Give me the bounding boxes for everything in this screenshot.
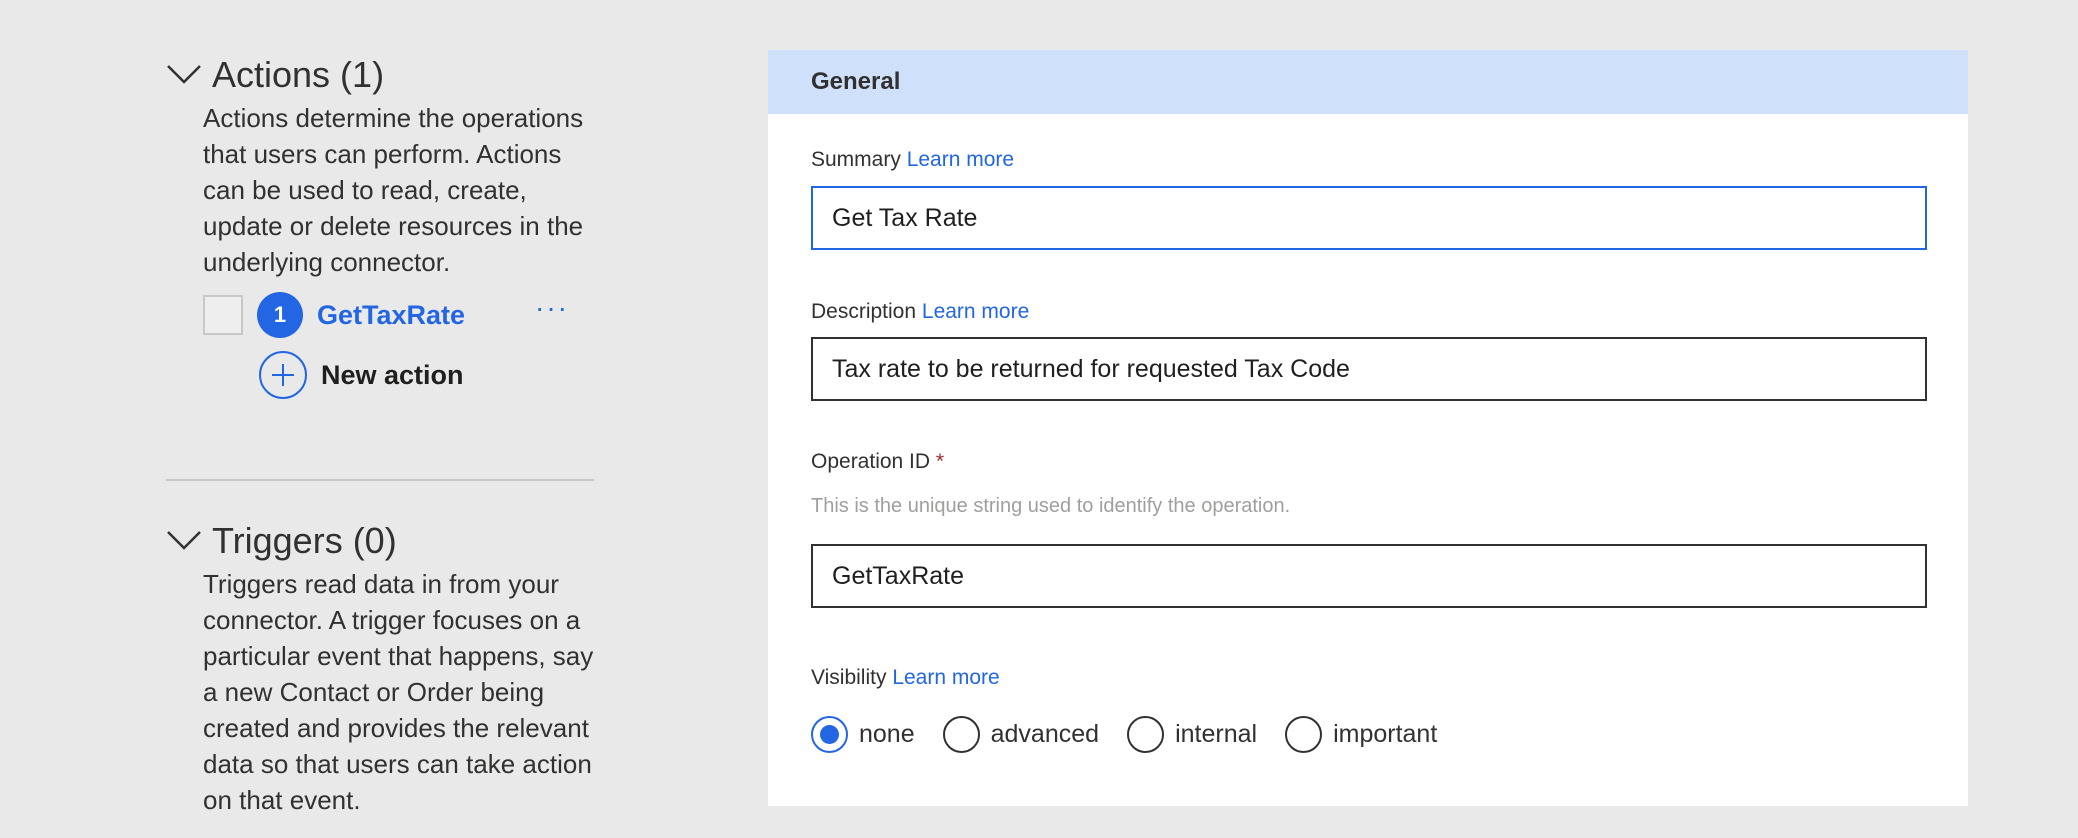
- actions-section-title: Actions (1): [212, 54, 385, 95]
- visibility-option-internal[interactable]: internal: [1127, 716, 1257, 753]
- operation-id-label: Operation ID *: [811, 450, 944, 474]
- new-action-label: New action: [321, 359, 464, 390]
- visibility-label: Visibility Learn more: [811, 666, 1000, 690]
- actions-section-header[interactable]: Actions (1): [166, 50, 596, 100]
- radio-button[interactable]: [811, 716, 848, 753]
- visibility-learn-more-link[interactable]: Learn more: [892, 666, 999, 689]
- description-label-text: Description: [811, 300, 917, 323]
- triggers-section: Triggers (0) Triggers read data in from …: [166, 516, 596, 818]
- section-divider: [166, 479, 594, 481]
- new-action-button[interactable]: New action: [259, 350, 596, 400]
- radio-button[interactable]: [1127, 716, 1165, 753]
- radio-button[interactable]: [1285, 716, 1323, 753]
- radio-button[interactable]: [942, 716, 980, 753]
- radio-label: none: [859, 720, 915, 748]
- radio-label: important: [1333, 720, 1438, 748]
- visibility-label-text: Visibility: [811, 666, 887, 689]
- summary-input[interactable]: [811, 186, 1927, 250]
- action-select-checkbox[interactable]: [203, 295, 243, 335]
- visibility-option-none[interactable]: none: [811, 716, 915, 753]
- chevron-down-icon[interactable]: [166, 526, 204, 556]
- visibility-option-important[interactable]: important: [1285, 716, 1437, 753]
- general-header: General: [768, 50, 1968, 114]
- summary-learn-more-link[interactable]: Learn more: [907, 148, 1014, 171]
- summary-label: Summary Learn more: [811, 148, 1014, 172]
- operation-id-label-text: Operation ID: [811, 450, 931, 473]
- radio-label: advanced: [990, 720, 1100, 748]
- chevron-down-icon[interactable]: [166, 60, 204, 90]
- radio-label: internal: [1175, 720, 1258, 748]
- description-label: Description Learn more: [811, 300, 1029, 324]
- more-icon[interactable]: ···: [535, 292, 569, 324]
- actions-section-description: Actions determine the operations that us…: [203, 103, 584, 277]
- description-input[interactable]: [811, 337, 1927, 401]
- triggers-section-title: Triggers (0): [212, 520, 397, 561]
- triggers-section-description: Triggers read data in from your connecto…: [203, 569, 594, 815]
- triggers-section-header[interactable]: Triggers (0): [166, 516, 596, 566]
- radio-selected-dot: [820, 725, 839, 744]
- action-name-link[interactable]: GetTaxRate: [317, 300, 497, 331]
- general-panel: General Summary Learn more Description L…: [768, 50, 1968, 806]
- visibility-radio-group: none advanced internal important: [811, 716, 1465, 753]
- action-list-item[interactable]: 1 GetTaxRate ···: [203, 290, 596, 340]
- operation-id-hint: This is the unique string used to identi…: [811, 495, 1291, 517]
- required-asterisk: *: [935, 450, 945, 473]
- plus-icon[interactable]: [259, 351, 307, 399]
- operation-id-input[interactable]: [811, 544, 1927, 608]
- description-learn-more-link[interactable]: Learn more: [922, 300, 1029, 323]
- step-number-badge: 1: [257, 292, 303, 338]
- visibility-option-advanced[interactable]: advanced: [942, 716, 1100, 753]
- actions-section: Actions (1) Actions determine the operat…: [166, 50, 596, 400]
- summary-label-text: Summary: [811, 148, 901, 171]
